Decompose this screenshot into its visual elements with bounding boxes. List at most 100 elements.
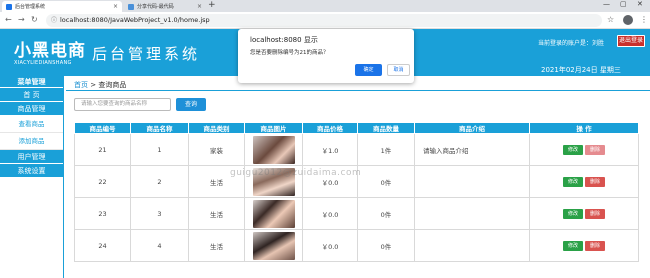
product-image [252, 135, 295, 164]
delete-button[interactable]: 删除 [585, 208, 605, 219]
close-tab-icon[interactable]: × [197, 3, 202, 10]
breadcrumb-home-link[interactable]: 首页 [74, 81, 88, 89]
cell-quantity: 0件 [357, 197, 415, 230]
sidebar-item-user-management[interactable]: 用户管理 [0, 150, 63, 164]
reload-icon[interactable]: ↻ [31, 15, 38, 24]
url-field[interactable]: ⓘ localhost:8080/JavaWebProject_v1.0/hom… [46, 14, 602, 27]
table-row: 21 1 家装 ￥1.0 1件 请输入商品介绍 修改 删除 [74, 133, 639, 166]
table-row: 23 3 生活 ￥0.0 0件 修改 删除 [74, 197, 639, 230]
cell-intro [414, 165, 530, 198]
confirm-dialog: localhost:8080 显示 您是否要删除编号为21的商品？ 确定 取消 [238, 29, 414, 83]
minimize-icon[interactable]: — [603, 0, 610, 8]
sidebar-item-product-management[interactable]: 商品管理 [0, 102, 63, 116]
browser-menu-icon[interactable]: ⋮ [640, 15, 648, 24]
delete-button[interactable]: 删除 [585, 240, 605, 251]
system-title: 后台管理系统 [92, 45, 201, 63]
cell-actions: 修改 删除 [529, 229, 639, 262]
table-row: 24 4 生活 ￥0.0 0件 修改 删除 [74, 229, 639, 262]
cell-actions: 修改 删除 [529, 197, 639, 230]
cell-price: ￥0.0 [302, 197, 358, 230]
breadcrumb-divider [66, 90, 650, 91]
cell-id: 22 [74, 165, 131, 198]
column-header-name: 商品名称 [130, 122, 189, 134]
breadcrumb: 首页 > 查询商品 [74, 80, 126, 90]
cell-name: 3 [130, 197, 189, 230]
new-tab-icon[interactable]: + [208, 0, 216, 10]
cell-quantity: 0件 [357, 229, 415, 262]
product-image [252, 199, 295, 228]
current-user-text: 当前登录的账户是：刘胜 [538, 40, 605, 47]
browser-tab-active[interactable]: 后台管理系统 × [2, 1, 122, 12]
browser-tab-title: 后台管理系统 [15, 4, 46, 10]
table-header-row: 商品编号 商品名称 商品类别 商品图片 商品价格 商品数量 商品介绍 操 作 [74, 122, 639, 134]
cell-quantity: 0件 [357, 165, 415, 198]
product-image [252, 231, 295, 260]
product-table: 商品编号 商品名称 商品类别 商品图片 商品价格 商品数量 商品介绍 操 作 2… [74, 122, 639, 262]
cell-actions: 修改 删除 [529, 165, 639, 198]
cell-image [244, 133, 303, 166]
close-tab-icon[interactable]: × [113, 3, 118, 10]
edit-button[interactable]: 修改 [563, 208, 583, 219]
dialog-message: 您是否要删除编号为21的商品？ [250, 50, 329, 56]
maximize-icon[interactable]: ▢ [620, 0, 627, 8]
column-header-intro: 商品介绍 [414, 122, 530, 134]
browser-tab-title: 分享代码-最代码 [137, 4, 174, 10]
breadcrumb-separator: > [88, 81, 99, 89]
sidebar-item-view-products[interactable]: 查看商品 [0, 116, 63, 133]
browser-tab-bar: 后台管理系统 × 分享代码-最代码 × + — ▢ ✕ [0, 0, 650, 12]
profile-avatar[interactable] [623, 15, 633, 25]
cell-id: 21 [74, 133, 131, 166]
cell-id: 24 [74, 229, 131, 262]
sidebar-item-home[interactable]: 首 页 [0, 88, 63, 102]
site-info-icon[interactable]: ⓘ [51, 14, 57, 27]
cell-intro [414, 229, 530, 262]
current-datetime: 2021年02月24日 星期三 19:12:29 [541, 66, 621, 83]
browser-tab-inactive[interactable]: 分享代码-最代码 × [124, 1, 206, 12]
column-header-quantity: 商品数量 [357, 122, 415, 134]
page-favicon-icon [128, 3, 134, 10]
logo-text: 小黑电商 [14, 41, 86, 61]
delete-button[interactable]: 删除 [585, 176, 605, 187]
back-icon[interactable]: ← [5, 15, 12, 24]
edit-button[interactable]: 修改 [563, 144, 583, 155]
cell-name: 1 [130, 133, 189, 166]
dialog-ok-button[interactable]: 确定 [355, 64, 382, 76]
close-window-icon[interactable]: ✕ [637, 0, 643, 8]
url-text: localhost:8080/JavaWebProject_v1.0/home.… [60, 16, 210, 24]
cell-category: 生活 [188, 197, 245, 230]
column-header-price: 商品价格 [302, 122, 358, 134]
column-header-id: 商品编号 [74, 122, 131, 134]
cell-actions: 修改 删除 [529, 133, 639, 166]
cell-price: ￥1.0 [302, 133, 358, 166]
logo-subtext: XIACYLIEDIANSHANG [14, 60, 72, 66]
sidebar-item-system-settings[interactable]: 系统设置 [0, 164, 63, 178]
sidebar-item-add-product[interactable]: 添加商品 [0, 133, 63, 150]
dialog-title: localhost:8080 显示 [250, 36, 318, 44]
cell-intro: 请输入商品介绍 [414, 133, 530, 166]
cell-price: ￥0.0 [302, 229, 358, 262]
cell-category: 生活 [188, 229, 245, 262]
cell-category: 家装 [188, 133, 245, 166]
sidebar-menu: 菜单管理 首 页 商品管理 查看商品 添加商品 用户管理 系统设置 [0, 76, 64, 278]
cell-image [244, 229, 303, 262]
cell-image [244, 197, 303, 230]
cell-id: 23 [74, 197, 131, 230]
page-favicon-icon [6, 3, 12, 10]
column-header-image: 商品图片 [244, 122, 303, 134]
dialog-cancel-button[interactable]: 取消 [387, 64, 410, 76]
breadcrumb-current: 查询商品 [98, 81, 127, 89]
sidebar-heading: 菜单管理 [0, 76, 63, 88]
column-header-actions: 操 作 [529, 122, 639, 134]
cell-name: 2 [130, 165, 189, 198]
edit-button[interactable]: 修改 [563, 240, 583, 251]
logout-button[interactable]: 退出登录 [617, 35, 645, 47]
delete-button[interactable]: 删除 [585, 144, 605, 155]
product-search-input[interactable]: 请输入您要查询的商品名称 [74, 98, 171, 111]
cell-intro [414, 197, 530, 230]
bookmark-star-icon[interactable]: ☆ [607, 15, 614, 24]
column-header-category: 商品类别 [188, 122, 245, 134]
edit-button[interactable]: 修改 [563, 176, 583, 187]
forward-icon[interactable]: → [18, 15, 25, 24]
search-button[interactable]: 查询 [176, 98, 206, 111]
cell-name: 4 [130, 229, 189, 262]
